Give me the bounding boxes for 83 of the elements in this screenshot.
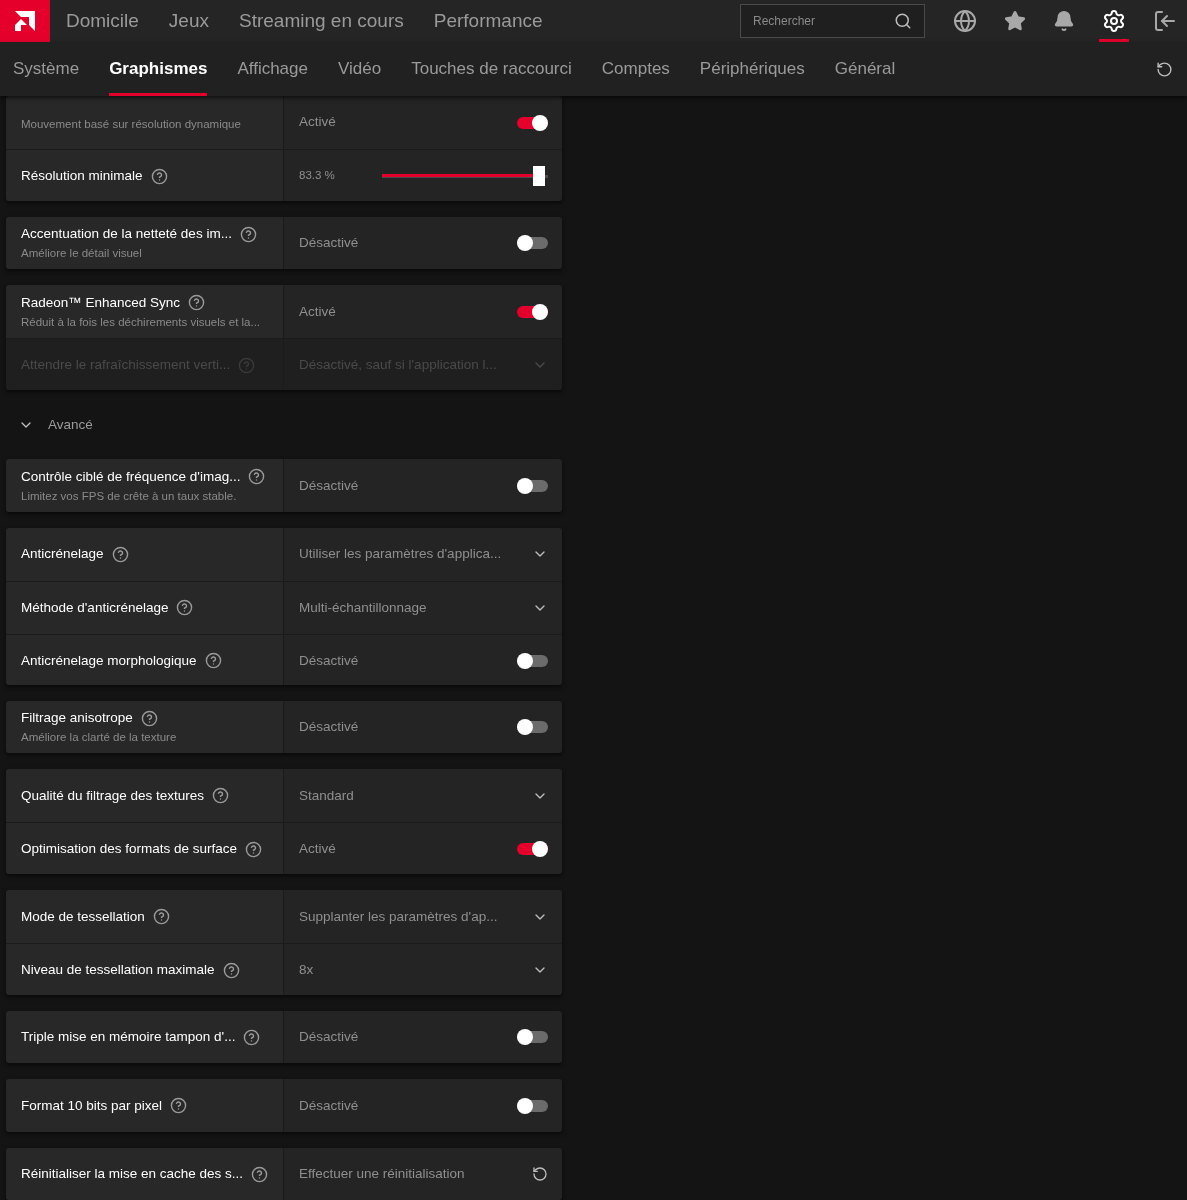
help-icon[interactable]: [111, 545, 129, 563]
help-icon[interactable]: [248, 468, 266, 486]
setting-label: Filtrage anisotrope: [21, 709, 133, 728]
setting-description: Réduit à la fois les déchirements visuels et la...: [21, 314, 261, 330]
toggle-switch[interactable]: [517, 479, 548, 492]
help-icon[interactable]: [251, 1165, 269, 1183]
logo-icon[interactable]: [0, 0, 50, 42]
help-icon[interactable]: [176, 599, 194, 617]
toggle-switch[interactable]: [517, 305, 548, 318]
sign-in-icon[interactable]: [1153, 9, 1177, 33]
help-icon[interactable]: [212, 787, 230, 805]
nav-link[interactable]: Streaming en cours: [239, 6, 404, 36]
tab[interactable]: Général: [834, 42, 896, 96]
nav-link[interactable]: Performance: [433, 6, 543, 36]
tab[interactable]: Affichage: [237, 42, 308, 96]
slider-thumb[interactable]: [532, 166, 545, 186]
setting-value: Désactivé: [299, 1096, 359, 1115]
toggle-switch[interactable]: [517, 654, 548, 667]
tab[interactable]: Périphériques: [699, 42, 805, 96]
setting-value: Multi-échantillonnage: [299, 598, 427, 617]
setting-description: Mouvement basé sur résolution dynamique: [21, 116, 241, 132]
setting-label: Accentuation de la netteté des im...: [21, 225, 232, 244]
toggle-switch[interactable]: [517, 721, 548, 734]
setting-value: Standard: [299, 786, 354, 805]
section-label[interactable]: Avancé: [48, 414, 93, 435]
globe-icon[interactable]: [953, 9, 977, 33]
help-icon[interactable]: [222, 961, 240, 979]
setting-label: Anticrénelage: [21, 545, 104, 564]
help-icon[interactable]: [188, 294, 206, 312]
search-field[interactable]: Rechercher: [740, 4, 925, 38]
search-icon[interactable]: [894, 12, 912, 30]
search-input[interactable]: Rechercher: [753, 12, 883, 30]
help-icon[interactable]: [150, 167, 168, 185]
tab[interactable]: Système: [13, 42, 80, 96]
setting-label: Optimisation des formats de surface: [21, 840, 238, 859]
help-icon[interactable]: [152, 908, 170, 926]
tab[interactable]: Comptes: [601, 42, 670, 96]
help-icon[interactable]: [239, 225, 257, 243]
toggle-switch[interactable]: [517, 843, 548, 856]
setting-label: Mode de tessellation: [21, 907, 145, 926]
setting-value: Activé: [299, 302, 336, 321]
setting-label: Réinitialiser la mise en cache des s...: [21, 1165, 244, 1184]
tab[interactable]: Touches de raccourci: [411, 42, 572, 96]
setting-value: 8x: [299, 961, 314, 979]
toggle-switch[interactable]: [517, 1099, 548, 1112]
setting-label: Niveau de tessellation maximale: [21, 961, 215, 980]
setting-value: Désactivé: [299, 1028, 359, 1047]
setting-label: Anticrénelage morphologique: [21, 651, 197, 670]
setting-value: 83.3 %: [299, 168, 335, 184]
help-icon[interactable]: [243, 1028, 261, 1046]
setting-value: Supplanter les paramètres d'ap...: [299, 907, 498, 926]
setting-value: Désactivé: [299, 234, 359, 253]
setting-label: Résolution minimale: [21, 167, 143, 185]
setting-description: Limitez vos FPS de crête à un taux stable.: [21, 488, 237, 504]
setting-value: Désactivé: [299, 718, 359, 737]
nav-link[interactable]: Jeux: [168, 6, 209, 36]
setting-label: Triple mise en mémoire tampon d'...: [21, 1028, 236, 1047]
toggle-switch[interactable]: [517, 237, 548, 250]
help-icon[interactable]: [245, 840, 263, 858]
setting-value: Désactivé: [299, 651, 359, 670]
help-icon[interactable]: [140, 710, 158, 727]
help-icon[interactable]: [170, 1097, 188, 1115]
setting-value: Activé: [299, 840, 336, 859]
setting-label: Format 10 bits par pixel: [21, 1096, 163, 1115]
star-icon[interactable]: [1004, 10, 1026, 32]
reset-icon[interactable]: [1156, 60, 1173, 78]
setting-label: Radeon™ Enhanced Sync: [21, 293, 181, 312]
setting-value: Désactivé: [299, 476, 359, 495]
setting-label: Contrôle ciblé de fréquence d'imag...: [21, 467, 241, 486]
setting-value: Utiliser les paramètres d'applica...: [299, 545, 502, 564]
toggle-switch[interactable]: [517, 1031, 548, 1044]
toggle-switch[interactable]: [517, 116, 548, 129]
setting-label: Méthode d'anticrénelage: [21, 598, 169, 617]
setting-value: Effectuer une réinitialisation: [299, 1165, 465, 1183]
reset-icon[interactable]: [532, 1166, 548, 1183]
help-icon[interactable]: [204, 652, 222, 670]
setting-label: Qualité du filtrage des textures: [21, 786, 205, 805]
tab[interactable]: Vidéo: [338, 42, 382, 96]
setting-value: Activé: [299, 113, 336, 132]
nav-link[interactable]: Domicile: [66, 6, 139, 36]
setting-description: Améliore le détail visuel: [21, 246, 142, 262]
setting-description: Améliore la clarté de la texture: [21, 730, 177, 746]
bell-icon[interactable]: [1053, 10, 1075, 32]
